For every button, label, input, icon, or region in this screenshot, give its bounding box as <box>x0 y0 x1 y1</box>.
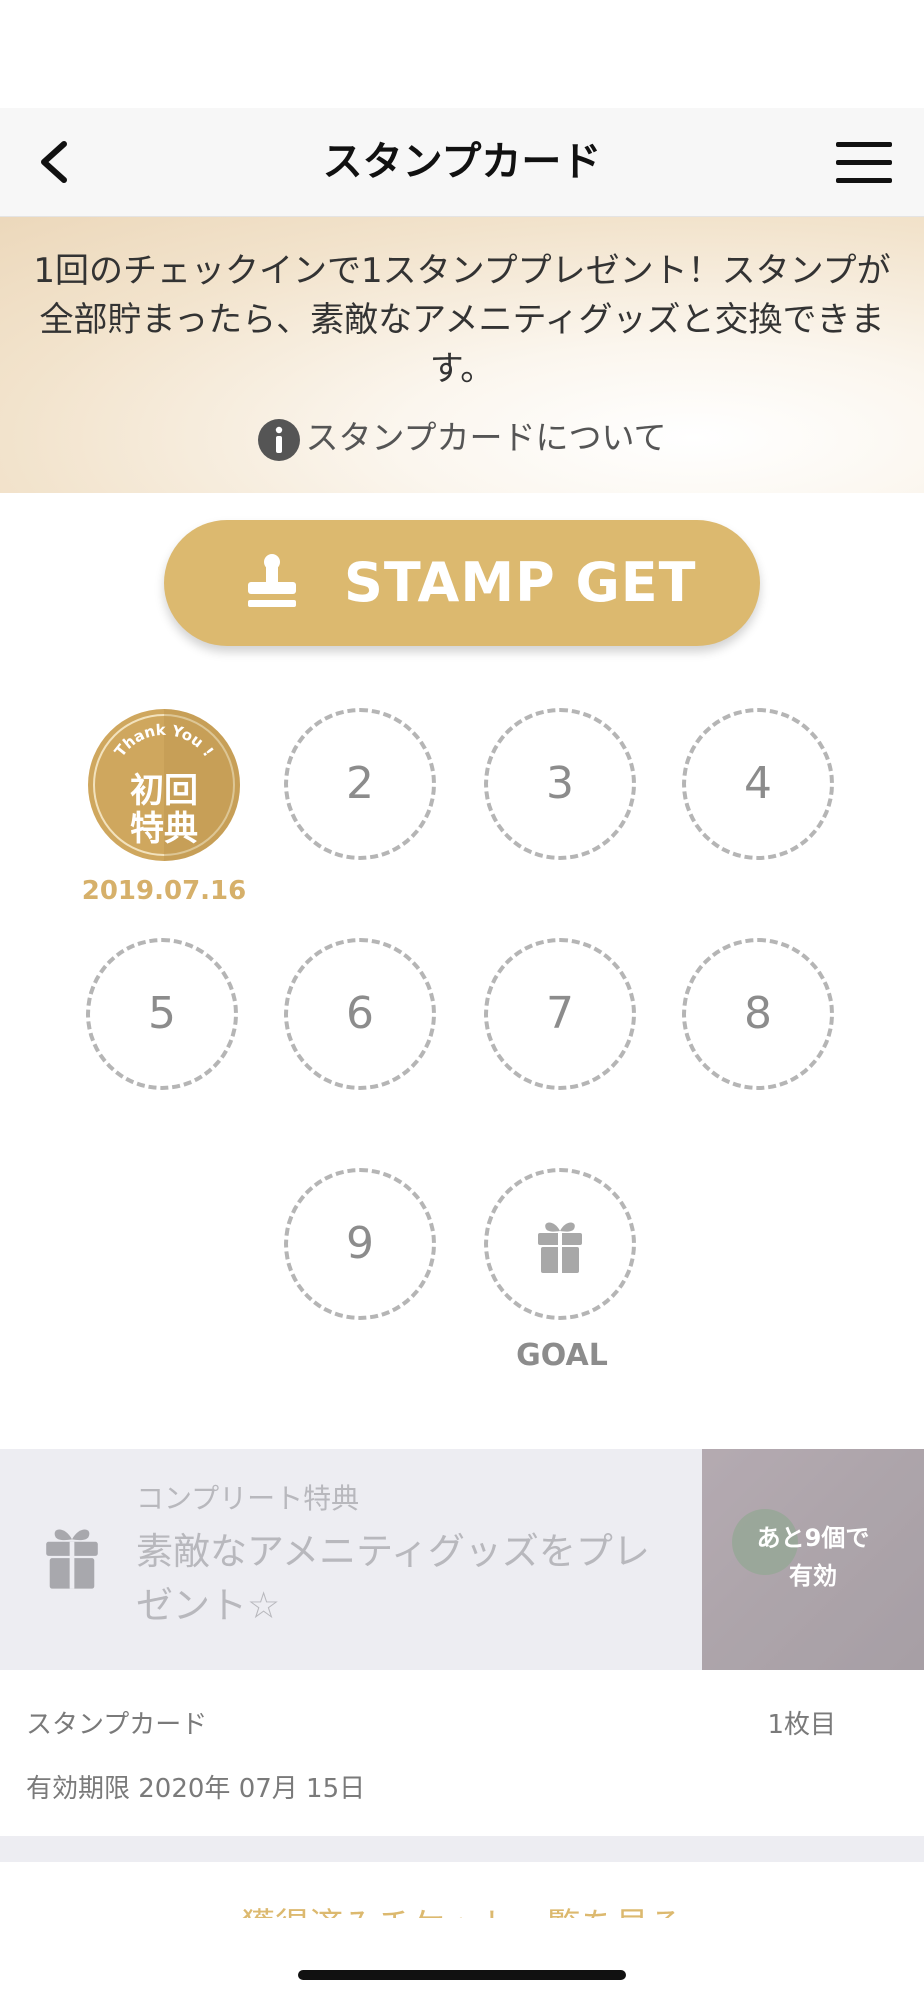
hamburger-menu-icon[interactable] <box>834 136 894 188</box>
banner-description: 1回のチェックインで1スタンププレゼント！スタンプが全部貯まったら、素敵なアメニ… <box>33 251 891 389</box>
page-title: スタンプカード <box>322 139 602 185</box>
reward-image: あと9個で 有効 <box>702 1449 924 1670</box>
stamp-slot-8: 8 <box>682 938 834 1090</box>
stamp-slot-4: 4 <box>682 708 834 860</box>
tickets-link-label: 獲得済みチケット一覧を見る <box>0 1898 924 1918</box>
stamp-slot-3: 3 <box>484 708 636 860</box>
card-name: スタンプカード <box>26 1710 208 1740</box>
stamp-slot-5: 5 <box>86 938 238 1090</box>
about-stamp-card-link[interactable]: スタンプカードについて <box>0 411 924 462</box>
stamp-get-button[interactable]: STAMP GET <box>164 520 760 646</box>
section-divider <box>0 1836 924 1862</box>
card-count: 1枚目 <box>767 1710 836 1740</box>
stamp-slot-6: 6 <box>284 938 436 1090</box>
stamp-slot-7: 7 <box>484 938 636 1090</box>
stamp-date: 2019.07.16 <box>81 876 247 906</box>
card-expiry: 有効期限 2020年 07月 15日 <box>26 1774 366 1804</box>
card-info: スタンプカード 1枚目 有効期限 2020年 07月 15日 <box>0 1670 924 1836</box>
gift-icon <box>46 1529 98 1589</box>
home-indicator <box>298 1970 626 1980</box>
reward-caption: コンプリート特典 <box>136 1482 360 1515</box>
reward-description: 素敵なアメニティグッズをプレゼント☆ <box>136 1530 650 1627</box>
complete-reward-panel[interactable]: コンプリート特典 素敵なアメニティグッズをプレゼント☆ あと9個で 有効 <box>0 1449 924 1670</box>
stamp-get-label: STAMP GET <box>344 551 697 614</box>
reward-status-text: あと9個で 有効 <box>756 1524 870 1590</box>
navigation-bar: スタンプカード <box>0 108 924 217</box>
stamp-icon <box>248 554 296 607</box>
gift-icon <box>538 1222 582 1273</box>
info-icon <box>258 418 301 461</box>
goal-label: GOAL <box>516 1338 608 1373</box>
stamp-line-1: 初回 <box>130 771 198 811</box>
stamp-slot-9: 9 <box>284 1168 436 1320</box>
stamp-slot-2: 2 <box>284 708 436 860</box>
goal-slot <box>484 1168 636 1320</box>
acquired-tickets-link[interactable]: 獲得済みチケット一覧を見る <box>0 1862 924 1918</box>
stamp-line-2: 特典 <box>130 809 198 849</box>
first-visit-stamp: Thank You ! 初回 特典 <box>88 709 240 861</box>
status-bar <box>0 0 924 108</box>
intro-banner: 1回のチェックインで1スタンププレゼント！スタンプが全部貯まったら、素敵なアメニ… <box>0 217 924 493</box>
about-link-label: スタンプカードについて <box>305 418 667 457</box>
